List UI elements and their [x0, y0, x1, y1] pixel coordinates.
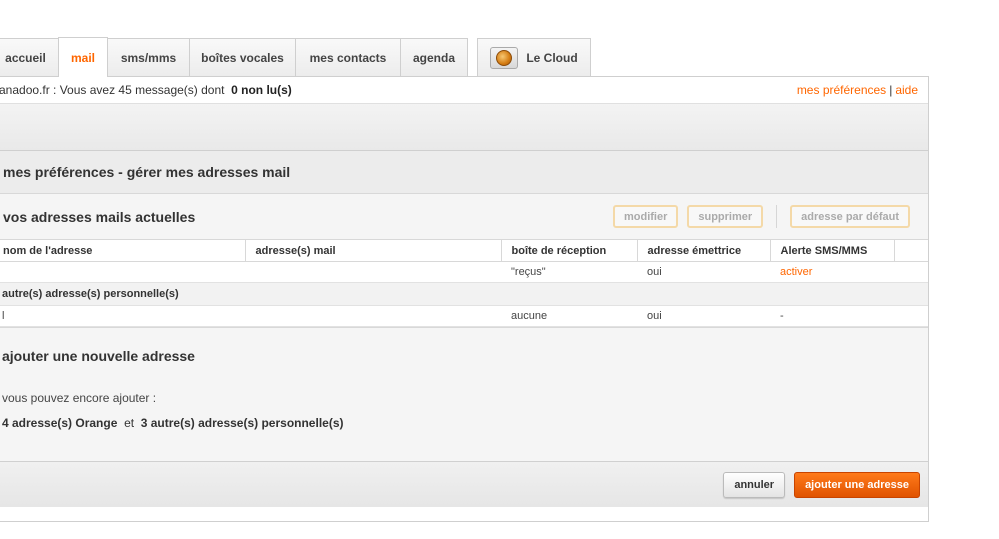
- tab-label: Le Cloud: [526, 51, 578, 65]
- form-footer: annuler ajouter une adresse: [0, 461, 928, 507]
- cloud-folder-icon: [490, 47, 519, 69]
- conjunction: et: [124, 416, 135, 430]
- tab-label: mail: [70, 50, 95, 65]
- tab-mail[interactable]: mail: [58, 37, 108, 77]
- unread-count: 0 non lu(s): [231, 83, 292, 97]
- delete-button[interactable]: supprimer: [687, 205, 764, 228]
- table-row[interactable]: l aucune oui -: [0, 305, 928, 327]
- address-email: [245, 261, 501, 283]
- address-table: nom de l'adresse adresse(s) mail boîte d…: [0, 239, 928, 327]
- set-default-button[interactable]: adresse par défaut: [790, 205, 910, 228]
- modify-button[interactable]: modifier: [612, 205, 679, 228]
- address-list-title: vos adresses mails actuelles: [3, 208, 196, 225]
- mail-panel: anadoo.fr : Vous avez 45 message(s) dont…: [0, 76, 929, 522]
- orange-count: 4 adresse(s) Orange: [2, 416, 118, 430]
- link-separator: |: [889, 83, 893, 97]
- personal-count: 3 autre(s) adresse(s) personnelle(s): [140, 416, 344, 430]
- address-name: l: [0, 305, 245, 327]
- tab-label: mes contacts: [309, 51, 387, 65]
- activate-alert-link[interactable]: activer: [770, 261, 894, 283]
- tab-label: agenda: [412, 51, 455, 65]
- address-list-header: vos adresses mails actuelles modifier su…: [0, 194, 928, 239]
- table-row[interactable]: "reçus" oui activer: [0, 261, 928, 283]
- column-header: nom de l'adresse: [0, 239, 245, 262]
- address-sender: oui: [637, 261, 770, 283]
- preferences-link[interactable]: mes préférences: [797, 83, 886, 97]
- tab-mes-contacts[interactable]: mes contacts: [295, 38, 401, 77]
- address-inbox: aucune: [501, 305, 637, 327]
- page-title: mes préférences - gérer mes adresses mai…: [0, 151, 928, 194]
- address-alert: -: [770, 305, 894, 327]
- address-inbox: "reçus": [501, 261, 637, 283]
- add-address-hint: vous pouvez encore ajouter :: [2, 391, 157, 405]
- column-header: Alerte SMS/MMS: [769, 239, 894, 262]
- add-address-button[interactable]: ajouter une adresse: [794, 471, 920, 498]
- remaining-counts: 4 adresse(s) Orange et 3 autre(s) adress…: [2, 416, 928, 430]
- address-email: [245, 305, 501, 327]
- status-bar: anadoo.fr : Vous avez 45 message(s) dont…: [0, 77, 928, 104]
- group-label: autre(s) adresse(s) personnelle(s): [0, 282, 928, 306]
- tab-label: sms/mms: [120, 51, 177, 65]
- tab-label: accueil: [5, 51, 46, 65]
- column-header: adresse émettrice: [636, 239, 770, 262]
- tab-sms-mms[interactable]: sms/mms: [107, 38, 190, 77]
- tab-boites-vocales[interactable]: boîtes vocales: [189, 38, 296, 77]
- column-header: boîte de réception: [500, 239, 637, 262]
- main-tabs: accueil mail sms/mms boîtes vocales mes …: [0, 37, 591, 77]
- tab-accueil[interactable]: accueil: [0, 38, 59, 77]
- message-count-text: anadoo.fr : Vous avez 45 message(s) dont: [0, 83, 225, 97]
- address-sender: oui: [637, 305, 770, 327]
- address-actions: modifier supprimer adresse par défaut: [612, 205, 910, 228]
- tab-agenda[interactable]: agenda: [400, 38, 468, 77]
- column-header: adresse(s) mail: [244, 239, 501, 262]
- group-row: autre(s) adresse(s) personnelle(s): [0, 282, 928, 306]
- table-header-row: nom de l'adresse adresse(s) mail boîte d…: [0, 239, 928, 262]
- status-links: mes préférences | aide: [797, 83, 918, 97]
- column-header-spacer: [893, 239, 928, 262]
- add-address-title: ajouter une nouvelle adresse: [2, 348, 195, 364]
- cancel-button[interactable]: annuler: [723, 471, 786, 498]
- add-address-section: ajouter une nouvelle adresse vous pouvez…: [0, 327, 928, 461]
- tab-le-cloud[interactable]: Le Cloud: [477, 38, 591, 77]
- tab-label: boîtes vocales: [201, 51, 284, 65]
- address-name: [0, 261, 245, 283]
- divider: [776, 205, 778, 228]
- message-summary: anadoo.fr : Vous avez 45 message(s) dont…: [0, 83, 292, 97]
- toolbar-band: [0, 104, 928, 151]
- help-link[interactable]: aide: [895, 83, 918, 97]
